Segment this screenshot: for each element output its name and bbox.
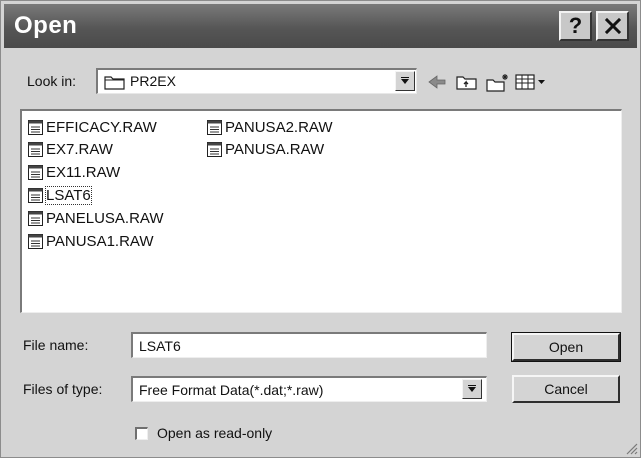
- view-menu-icon[interactable]: [515, 73, 547, 91]
- file-name-label: File name:: [23, 337, 89, 353]
- file-icon: [28, 141, 43, 157]
- new-folder-icon[interactable]: [486, 73, 510, 93]
- look-in-value: PR2EX: [130, 73, 176, 89]
- resize-grip-icon[interactable]: [624, 441, 638, 455]
- chevron-down-icon: [401, 77, 409, 84]
- file-icon: [28, 164, 43, 180]
- help-button[interactable]: ?: [559, 11, 592, 41]
- up-folder-icon[interactable]: [456, 73, 478, 91]
- file-name: PANELUSA.RAW: [46, 209, 164, 227]
- list-item[interactable]: EFFICACY.RAW: [28, 117, 157, 137]
- read-only-label[interactable]: Open as read-only: [157, 425, 272, 441]
- look-in-dropdown-button[interactable]: [395, 71, 415, 91]
- back-arrow-icon[interactable]: [427, 73, 447, 91]
- list-item[interactable]: PANUSA1.RAW: [28, 231, 154, 251]
- cancel-button[interactable]: Cancel: [512, 375, 620, 403]
- window-title: Open: [14, 12, 78, 39]
- close-icon: [604, 17, 621, 35]
- file-icon: [207, 119, 222, 135]
- file-icon: [207, 141, 222, 157]
- help-icon: ?: [568, 13, 583, 38]
- file-list[interactable]: EFFICACY.RAW EX7.RAW EX11.RAW LSAT6 PANE…: [20, 109, 622, 313]
- file-type-dropdown-button[interactable]: [462, 379, 482, 399]
- list-item-selected[interactable]: LSAT6: [28, 185, 92, 205]
- look-in-dropdown[interactable]: PR2EX: [96, 68, 417, 94]
- close-button[interactable]: [596, 11, 629, 41]
- file-type-dropdown[interactable]: Free Format Data(*.dat;*.raw): [131, 376, 487, 402]
- list-item[interactable]: PANUSA.RAW: [207, 139, 324, 159]
- file-name-input[interactable]: [133, 334, 486, 357]
- file-icon: [28, 187, 43, 203]
- list-item[interactable]: PANELUSA.RAW: [28, 208, 164, 228]
- file-icon: [28, 210, 43, 226]
- file-icon: [28, 119, 43, 135]
- list-item[interactable]: EX11.RAW: [28, 162, 120, 182]
- list-item[interactable]: EX7.RAW: [28, 139, 113, 159]
- open-button[interactable]: Open: [511, 332, 621, 362]
- file-name: PANUSA2.RAW: [225, 118, 333, 136]
- file-type-label: Files of type:: [23, 381, 103, 397]
- file-icon: [28, 233, 43, 249]
- title-bar[interactable]: Open ?: [4, 4, 637, 48]
- read-only-checkbox[interactable]: [135, 427, 148, 440]
- open-dialog: Open ? Look in: PR2EX EFFICACY.RAW EX7.R…: [0, 0, 641, 458]
- file-name-field[interactable]: [131, 332, 487, 358]
- file-type-value: Free Format Data(*.dat;*.raw): [139, 382, 324, 398]
- list-item[interactable]: PANUSA2.RAW: [207, 117, 333, 137]
- file-name: EX11.RAW: [46, 163, 121, 181]
- file-name: LSAT6: [45, 185, 92, 205]
- file-name: EFFICACY.RAW: [46, 118, 157, 136]
- folder-icon: [104, 76, 125, 90]
- look-in-label: Look in:: [27, 73, 77, 89]
- chevron-down-icon: [468, 385, 476, 392]
- file-name: PANUSA1.RAW: [46, 232, 154, 250]
- file-name: EX7.RAW: [46, 140, 113, 158]
- file-name: PANUSA.RAW: [225, 140, 325, 158]
